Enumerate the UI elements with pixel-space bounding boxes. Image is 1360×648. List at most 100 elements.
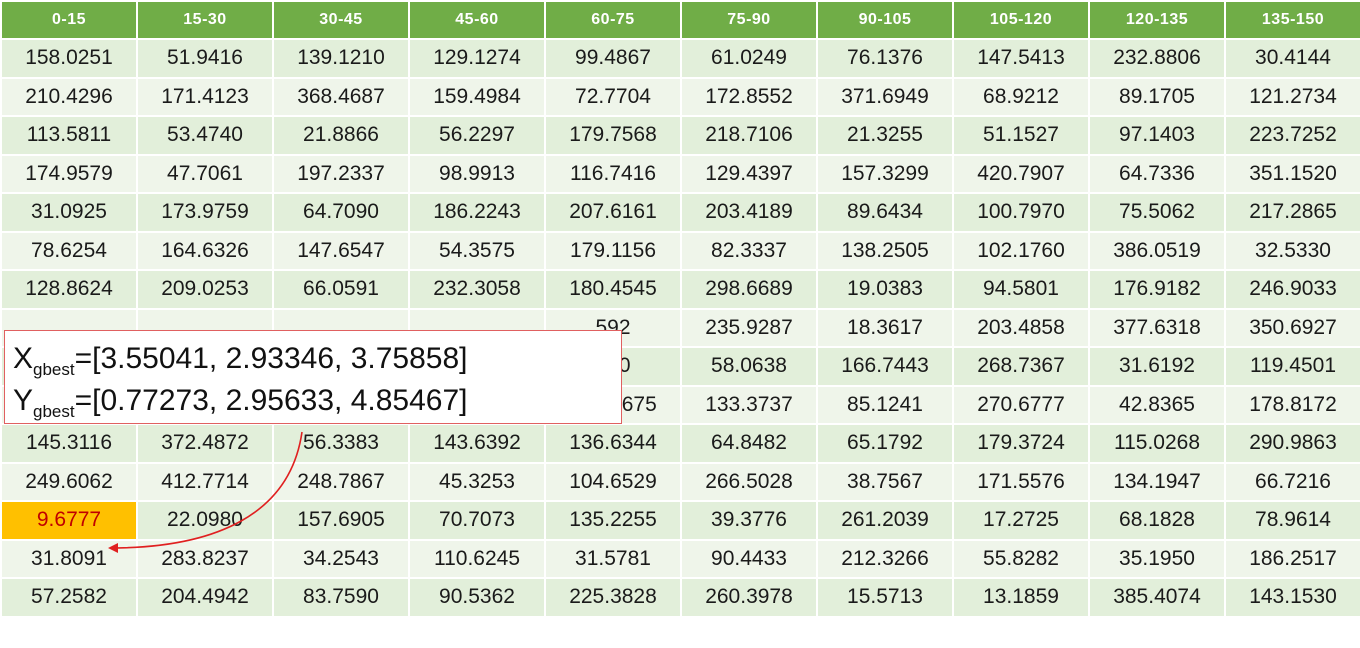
table-cell: 90.5362	[408, 577, 546, 618]
table-cell: 64.7090	[272, 192, 410, 233]
table-cell: 53.4740	[136, 115, 274, 156]
table-cell: 159.4984	[408, 76, 546, 117]
table-cell: 82.3337	[680, 230, 818, 271]
table-cell: 31.5781	[544, 538, 682, 579]
table-cell: 78.6254	[0, 230, 138, 271]
table-cell: 97.1403	[1088, 115, 1226, 156]
table-cell: 143.1530	[1224, 577, 1360, 618]
table-cell: 166.7443	[816, 346, 954, 387]
table-cell: 104.6529	[544, 461, 682, 502]
column-header: 45-60	[408, 0, 546, 40]
table-cell: 209.0253	[136, 269, 274, 310]
table-cell: 31.6192	[1088, 346, 1226, 387]
column-header: 105-120	[952, 0, 1090, 40]
table-row: 158.0251 51.9416 139.1210 129.1274 99.4867 61…	[0, 38, 1360, 79]
column-header: 0-15	[0, 0, 138, 40]
table-cell: 368.4687	[272, 76, 410, 117]
table-cell: 35.1950	[1088, 538, 1226, 579]
table-cell: 72.7704	[544, 76, 682, 117]
table-cell: 179.1156	[544, 230, 682, 271]
table-cell: 204.4942	[136, 577, 274, 618]
table-cell: 100.7970	[952, 192, 1090, 233]
table-cell: 172.8552	[680, 76, 818, 117]
table-cell: 412.7714	[136, 461, 274, 502]
table-cell: 102.1760	[952, 230, 1090, 271]
gbest-callout-box: Xgbest=[3.55041, 2.93346, 3.75858] Ygbes…	[4, 330, 622, 424]
table-cell: 350.6927	[1224, 307, 1360, 348]
column-header: 60-75	[544, 0, 682, 40]
table-row: 128.8624 209.0253 66.0591 232.3058 180.4545 2…	[0, 269, 1360, 310]
table-cell: 70.7073	[408, 500, 546, 541]
table-cell: 66.7216	[1224, 461, 1360, 502]
table-cell: 260.3978	[680, 577, 818, 618]
table-cell: 85.1241	[816, 384, 954, 425]
table-cell: 179.3724	[952, 423, 1090, 464]
table-cell: 176.9182	[1088, 269, 1226, 310]
x-gbest-subscript: gbest	[33, 360, 75, 379]
y-gbest-value: =[0.77273, 2.95633, 4.85467]	[74, 384, 468, 417]
x-gbest-line: Xgbest=[3.55041, 2.93346, 3.75858]	[13, 341, 467, 388]
table-cell: 65.1792	[816, 423, 954, 464]
table-cell: 13.1859	[952, 577, 1090, 618]
column-header: 120-135	[1088, 0, 1226, 40]
x-gbest-value: =[3.55041, 2.93346, 3.75858]	[74, 342, 468, 375]
highlighted-min-cell: 9.6777	[0, 500, 138, 541]
table-cell: 180.4545	[544, 269, 682, 310]
table-cell: 157.3299	[816, 153, 954, 194]
table-cell: 17.2725	[952, 500, 1090, 541]
table-cell: 90.4433	[680, 538, 818, 579]
table-cell: 83.7590	[272, 577, 410, 618]
table-cell: 89.6434	[816, 192, 954, 233]
table-cell: 351.1520	[1224, 153, 1360, 194]
table-cell: 261.2039	[816, 500, 954, 541]
table-cell: 139.1210	[272, 38, 410, 79]
table-cell: 78.9614	[1224, 500, 1360, 541]
table-cell: 42.8365	[1088, 384, 1226, 425]
table-row: 174.9579 47.7061 197.2337 98.9913 116.7416 12…	[0, 153, 1360, 194]
table-cell: 61.0249	[680, 38, 818, 79]
table-cell: 371.6949	[816, 76, 954, 117]
table-cell: 113.5811	[0, 115, 138, 156]
table-cell: 54.3575	[408, 230, 546, 271]
table-cell: 136.6344	[544, 423, 682, 464]
table-cell: 57.2582	[0, 577, 138, 618]
table-cell: 248.7867	[272, 461, 410, 502]
table-cell: 18.3617	[816, 307, 954, 348]
table-cell: 31.8091	[0, 538, 138, 579]
table-cell: 158.0251	[0, 38, 138, 79]
table-cell: 39.3776	[680, 500, 818, 541]
table-cell: 64.7336	[1088, 153, 1226, 194]
table-cell: 268.7367	[952, 346, 1090, 387]
table-cell: 99.4867	[544, 38, 682, 79]
table-cell: 283.8237	[136, 538, 274, 579]
y-gbest-line: Ygbest=[0.77273, 2.95633, 4.85467]	[13, 383, 467, 430]
table-cell: 179.7568	[544, 115, 682, 156]
table-cell: 225.3828	[544, 577, 682, 618]
x-gbest-var: X	[13, 342, 34, 375]
table-body: 158.0251 51.9416 139.1210 129.1274 99.4867 61…	[0, 38, 1360, 618]
table-cell: 66.0591	[272, 269, 410, 310]
table-cell: 197.2337	[272, 153, 410, 194]
table-cell: 134.1947	[1088, 461, 1226, 502]
table-cell: 115.0268	[1088, 423, 1226, 464]
column-header: 30-45	[272, 0, 410, 40]
table-row: 57.2582 204.4942 83.7590 90.5362 225.3828 260…	[0, 577, 1360, 618]
table-cell: 94.5801	[952, 269, 1090, 310]
table-cell: 203.4189	[680, 192, 818, 233]
table-cell: 173.9759	[136, 192, 274, 233]
table-cell: 270.6777	[952, 384, 1090, 425]
table-cell: 223.7252	[1224, 115, 1360, 156]
table-cell: 21.3255	[816, 115, 954, 156]
table-cell: 298.6689	[680, 269, 818, 310]
table-cell: 232.8806	[1088, 38, 1226, 79]
table-cell: 19.0383	[816, 269, 954, 310]
table-cell: 121.2734	[1224, 76, 1360, 117]
table-cell: 218.7106	[680, 115, 818, 156]
table-cell: 147.5413	[952, 38, 1090, 79]
table-cell: 210.4296	[0, 76, 138, 117]
table-row: 210.4296 171.4123 368.4687 159.4984 72.7704 1…	[0, 76, 1360, 117]
table-cell: 98.9913	[408, 153, 546, 194]
table-cell: 246.9033	[1224, 269, 1360, 310]
table-cell: 55.8282	[952, 538, 1090, 579]
table-cell: 110.6245	[408, 538, 546, 579]
